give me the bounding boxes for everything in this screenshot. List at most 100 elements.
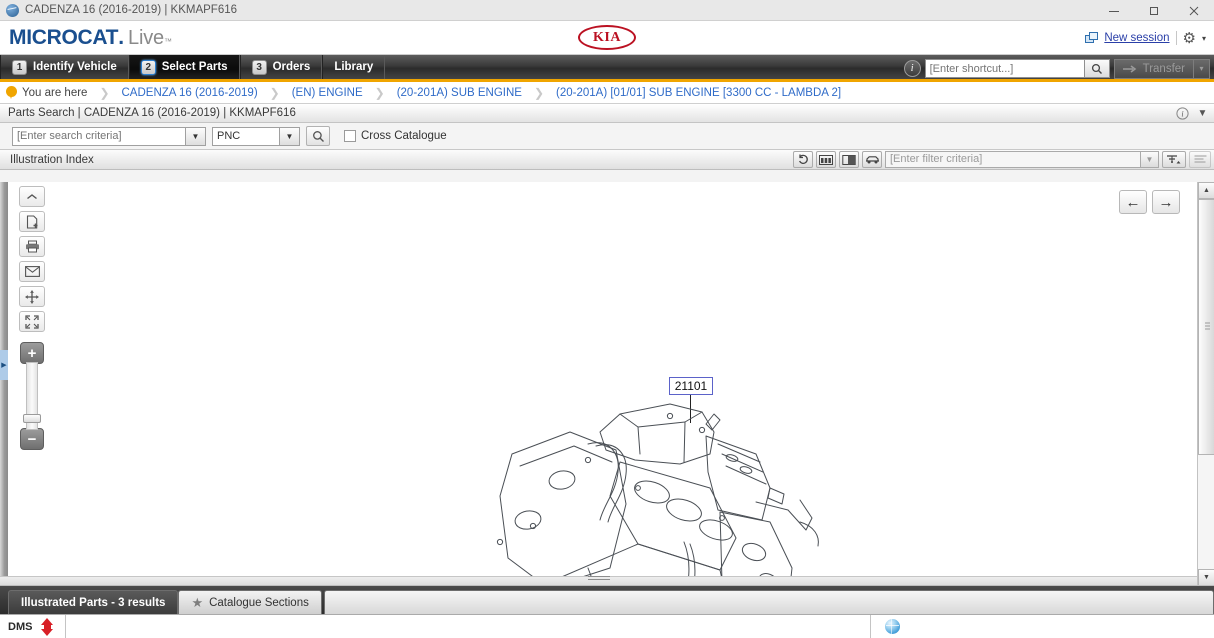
illustration-canvas[interactable]: ▶ + − [0, 182, 1214, 586]
step-badge: 3 [252, 60, 267, 75]
tab-label: Catalogue Sections [209, 597, 309, 609]
illustration-toolbar: [Enter filter criteria] ▼ [793, 151, 1211, 168]
previous-illustration-button[interactable]: ← [1119, 190, 1147, 214]
new-session-button[interactable]: New session [1085, 32, 1169, 45]
new-page-icon[interactable] [19, 211, 45, 232]
parts-search-header: Parts Search | CADENZA 16 (2016-2019) | … [0, 104, 1214, 123]
brand-bar: MICROCAT . Live ™ KIA New session ⚙ ▾ [0, 21, 1214, 55]
tab-label: Illustrated Parts - 3 results [21, 597, 165, 609]
cross-catalogue-control[interactable]: Cross Catalogue [344, 130, 447, 142]
shortcut-search [925, 59, 1110, 78]
parts-search-controls: ▼ PNC ▼ Cross Catalogue [0, 123, 1214, 150]
list-options-icon[interactable] [1189, 151, 1211, 168]
globe-icon [885, 619, 900, 634]
kia-logo-text: KIA [593, 30, 621, 46]
brand-bar-actions: New session ⚙ ▾ [1085, 21, 1206, 55]
splitter-grip [588, 576, 610, 582]
engine-illustration[interactable] [470, 392, 860, 586]
shortcut-input[interactable] [925, 59, 1085, 78]
split-view-icon[interactable] [839, 151, 859, 168]
scroll-down-button[interactable]: ▼ [1198, 569, 1214, 586]
illustration-index-header: Illustration Index [Enter filter criteri… [0, 150, 1214, 170]
panel-splitter[interactable] [0, 576, 1197, 585]
divider [1176, 31, 1177, 45]
logo-main-text: MICROCAT [9, 26, 118, 50]
zoom-slider-group[interactable]: + − [19, 342, 45, 450]
zoom-slider-track[interactable] [26, 362, 38, 430]
scroll-up-button[interactable]: ▲ [1198, 182, 1214, 199]
nav-item-orders[interactable]: 3 Orders [240, 55, 323, 79]
tab-catalogue-sections[interactable]: ★ Catalogue Sections [178, 590, 321, 614]
collapse-up-icon[interactable] [19, 186, 45, 207]
zoom-out-button[interactable]: − [20, 428, 44, 450]
microcat-logo: MICROCAT . Live ™ [9, 26, 172, 50]
dms-label: DMS [8, 621, 32, 633]
maximize-button[interactable] [1134, 0, 1174, 21]
info-icon[interactable]: i [904, 60, 921, 77]
window-title-bar: CADENZA 16 (2016-2019) | KKMAPF616 [0, 0, 1214, 21]
cross-catalogue-checkbox[interactable] [344, 130, 356, 142]
you-are-here-label: You are here [22, 87, 87, 99]
pan-icon[interactable] [19, 286, 45, 307]
zoom-slider-thumb[interactable] [23, 414, 41, 423]
logo-tm: ™ [164, 37, 172, 46]
minimize-button[interactable] [1094, 0, 1134, 21]
nav-label: Identify Vehicle [33, 61, 117, 73]
connection-status[interactable] [871, 619, 900, 634]
star-icon: ★ [191, 596, 203, 609]
breadcrumb-item-engine[interactable]: (EN) ENGINE [292, 87, 363, 99]
transfer-button[interactable]: Transfer [1114, 59, 1194, 79]
next-illustration-button[interactable]: → [1152, 190, 1180, 214]
shortcut-search-button[interactable] [1085, 59, 1110, 78]
search-criteria-combo: ▼ [12, 127, 206, 146]
print-icon[interactable] [19, 236, 45, 257]
refresh-icon[interactable] [793, 151, 813, 168]
scrollbar-track[interactable] [1198, 199, 1214, 569]
email-icon[interactable] [19, 261, 45, 282]
search-history-caret[interactable]: ▼ [186, 127, 206, 146]
location-pin-icon [6, 86, 17, 100]
tab-illustrated-parts[interactable]: Illustrated Parts - 3 results [8, 590, 178, 614]
canvas-vertical-scrollbar[interactable]: ▲ ▼ [1197, 182, 1214, 586]
breadcrumb-item-vehicle[interactable]: CADENZA 16 (2016-2019) [122, 87, 258, 99]
zoom-in-button[interactable]: + [20, 342, 44, 364]
gear-icon[interactable]: ⚙ [1183, 31, 1196, 46]
breadcrumb-item-sub-engine-detail[interactable]: (20-201A) [01/01] SUB ENGINE [3300 CC - … [556, 87, 841, 99]
expand-left-panel-handle[interactable]: ▶ [0, 350, 8, 380]
close-button[interactable] [1174, 0, 1214, 21]
breadcrumb-item-sub-engine[interactable]: (20-201A) SUB ENGINE [397, 87, 522, 99]
svg-text:i: i [1181, 109, 1183, 118]
filter-icon[interactable] [1162, 151, 1186, 168]
search-input[interactable] [12, 127, 186, 146]
new-session-label[interactable]: New session [1104, 32, 1169, 44]
filter-dropdown-caret[interactable]: ▼ [1141, 151, 1159, 168]
panel-collapse-rail[interactable]: ▶ [0, 182, 8, 585]
main-navigation: 1 Identify Vehicle 2 Select Parts 3 Orde… [0, 55, 1214, 82]
fit-screen-icon[interactable] [19, 311, 45, 332]
chevron-right-icon: ❯ [534, 86, 544, 100]
breadcrumb: You are here ❯ CADENZA 16 (2016-2019) ❯ … [0, 82, 1214, 104]
transfer-label: Transfer [1143, 63, 1185, 75]
search-type-value[interactable]: PNC [212, 127, 280, 146]
transfer-dropdown-caret[interactable]: ▾ [1194, 59, 1210, 79]
nav-label: Library [334, 61, 373, 73]
scrollbar-thumb[interactable] [1198, 199, 1214, 455]
chevron-right-icon: ❯ [270, 86, 280, 100]
nav-item-select-parts[interactable]: 2 Select Parts [129, 55, 240, 79]
nav-item-identify-vehicle[interactable]: 1 Identify Vehicle [0, 55, 129, 79]
dms-status[interactable]: DMS [0, 615, 66, 638]
search-button[interactable] [306, 126, 330, 146]
info-icon[interactable]: i [1175, 106, 1190, 121]
vehicle-icon[interactable] [862, 151, 882, 168]
thumbnails-icon[interactable] [816, 151, 836, 168]
chevron-down-icon[interactable]: ▾ [1202, 34, 1206, 43]
filter-input[interactable]: [Enter filter criteria] [885, 151, 1141, 168]
dms-connector-icon[interactable] [41, 618, 53, 636]
step-badge: 1 [12, 60, 27, 75]
nav-item-library[interactable]: Library [322, 55, 385, 79]
nav-label: Orders [273, 61, 311, 73]
nav-right-tools: i Transfer ▾ [904, 55, 1214, 82]
search-type-caret[interactable]: ▼ [280, 127, 300, 146]
status-message-area [66, 615, 871, 638]
collapse-panel-icon[interactable]: ▼ [1195, 106, 1210, 121]
